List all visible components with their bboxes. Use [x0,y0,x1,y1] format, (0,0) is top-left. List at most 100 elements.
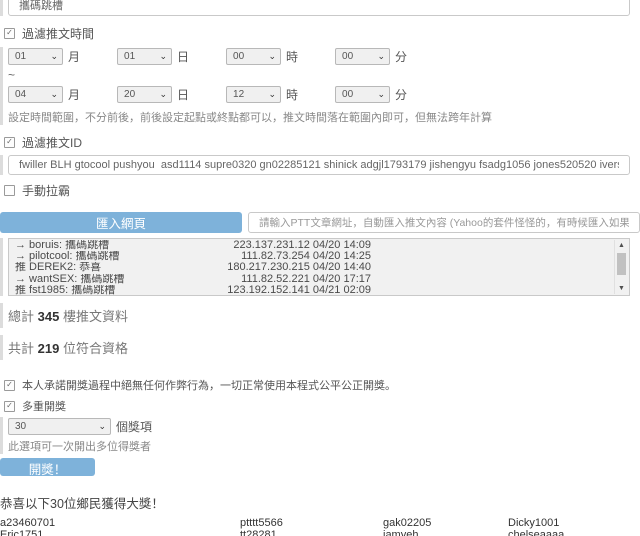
push-author-content: 推 fst1985: 攜碼跳槽 [15,285,213,296]
minute-select-end[interactable]: 00 ⌄ [335,86,390,103]
chevron-down-icon: ⌄ [159,52,167,61]
manual-mode-label: 手動拉霸 [22,182,70,199]
select-value: 00 [233,51,244,62]
range-separator: ~ [8,68,640,82]
day-select-end[interactable]: 20 ⌄ [117,86,172,103]
time-unit-label: 分 [395,48,407,65]
chevron-down-icon: ⌄ [378,90,386,99]
scroll-down-icon[interactable]: ▼ [615,283,628,294]
time-filter-checkbox[interactable]: ✓ [4,28,15,39]
qualified-suffix: 位符合資格 [59,341,128,356]
prize-count-section: 30 ⌄ 個獎項 此選項可一次開出多位得獎者 [0,417,640,454]
total-number: 345 [38,309,60,324]
select-value: 00 [342,51,353,62]
prize-count-note: 此選項可一次開出多位得獎者 [8,438,640,454]
import-webpage-button[interactable]: 匯入網頁 [0,212,242,233]
pledge-checkbox[interactable]: ✓ [4,380,15,391]
time-filter-body: 01 ⌄ 月 01 ⌄ 日 00 ⌄ 時 00 ⌄ 分 ~ 04 ⌄ 月 20 ⌄ 日 12 ⌄ 時 00 ⌄ 分 設定時間… [0,47,640,125]
time-filter-label: 過濾推文時間 [22,25,94,42]
multi-draw-row: ✓ 多重開獎 [4,398,640,414]
push-row: 推 fst1985: 攜碼跳槽123.192.152.141 04/21 02:… [15,285,613,296]
multi-draw-label: 多重開獎 [22,398,66,414]
push-author-content: 推 DEREK2: 恭喜 [15,262,213,273]
draw-button[interactable]: 開獎！ [0,458,95,476]
month-select-start[interactable]: 01 ⌄ [8,48,63,65]
chevron-down-icon: ⌄ [268,52,276,61]
id-filter-section [0,155,640,175]
id-filter-input[interactable] [8,155,630,175]
select-value: 20 [124,89,135,100]
pledge-label: 本人承諾開獎過程中絕無任何作弊行為，一切正常使用本程式公平公正開獎。 [22,377,396,393]
scroll-thumb[interactable] [617,253,626,275]
select-value: 01 [124,51,135,62]
winners-grid: a23460701ptttt5566gak02205Dicky1001 Eric1… [0,518,640,536]
push-row: 推 DEREK2: 恭喜180.217.230.215 04/20 14:40 [15,262,613,273]
qualified-number: 219 [38,341,60,356]
push-author-content: → boruis: 攜碼跳槽 [15,240,213,251]
select-value: 04 [15,89,26,100]
time-end-row: 04 ⌄ 月 20 ⌄ 日 12 ⌄ 時 00 ⌄ 分 [8,85,640,103]
select-value: 00 [342,89,353,100]
winner-id: gak02205 [383,518,508,530]
push-ip-datetime: 123.192.152.141 04/21 02:09 [213,285,371,296]
prize-count-row: 30 ⌄ 個獎項 [8,417,640,435]
prize-count-select[interactable]: 30 ⌄ [8,418,111,435]
minute-select-start[interactable]: 00 ⌄ [335,48,390,65]
time-filter-note: 設定時間範圍，不分前後，前後設定起點或終點都可以，推文時間落在範圍內即可，但無法… [8,109,640,125]
manual-mode-checkbox[interactable] [4,185,15,196]
month-select-end[interactable]: 04 ⌄ [8,86,63,103]
push-ip-datetime: 180.217.230.215 04/20 14:40 [213,262,371,273]
push-list-box[interactable]: → boruis: 攜碼跳槽223.137.231.12 04/20 14:09… [8,238,630,296]
time-unit-label: 月 [68,86,80,103]
time-unit-label: 時 [286,48,298,65]
hour-select-start[interactable]: 00 ⌄ [226,48,281,65]
id-filter-checkbox[interactable]: ✓ [4,137,15,148]
winner-id: Eric1751 [0,530,240,536]
winner-id: a23460701 [0,518,240,530]
article-url-input[interactable] [248,212,640,233]
time-unit-label: 時 [286,86,298,103]
time-filter-toggle-row: ✓ 過濾推文時間 [4,25,640,42]
chevron-down-icon: ⌄ [159,90,167,99]
scrollbar[interactable]: ▲ ▼ [614,240,628,294]
chevron-down-icon: ⌄ [378,52,386,61]
hour-select-end[interactable]: 12 ⌄ [226,86,281,103]
day-select-start[interactable]: 01 ⌄ [117,48,172,65]
id-filter-toggle-row: ✓ 過濾推文ID [4,134,640,151]
time-unit-label: 月 [68,48,80,65]
keyword-filter-input[interactable] [8,0,630,16]
push-list-section: → boruis: 攜碼跳槽223.137.231.12 04/20 14:09… [0,238,640,296]
winner-id: tt28281 [240,530,383,536]
time-start-row: 01 ⌄ 月 01 ⌄ 日 00 ⌄ 時 00 ⌄ 分 [8,47,640,65]
chevron-down-icon: ⌄ [50,90,58,99]
winners-heading: 恭喜以下30位鄉民獲得大獎！ [0,493,640,512]
chevron-down-icon: ⌄ [268,90,276,99]
keyword-filter-section [0,0,640,16]
id-filter-label: 過濾推文ID [22,134,82,151]
total-suffix: 樓推文資料 [59,309,128,324]
push-author-content: → pilotcool: 攜碼跳槽 [15,251,213,262]
prize-count-unit: 個獎項 [116,418,152,435]
select-value: 01 [15,51,26,62]
winner-id: chelseaaaa [508,530,640,536]
scroll-up-icon[interactable]: ▲ [615,240,628,251]
multi-draw-checkbox[interactable]: ✓ [4,401,15,412]
push-rows: → boruis: 攜碼跳槽223.137.231.12 04/20 14:09… [15,240,613,296]
manual-mode-row: 手動拉霸 [4,182,640,199]
winner-id: ptttt5566 [240,518,383,530]
pledge-row: ✓ 本人承諾開獎過程中絕無任何作弊行為，一切正常使用本程式公平公正開獎。 [4,377,640,393]
select-value: 12 [233,89,244,100]
time-unit-label: 日 [177,48,189,65]
qualified-stat: 共計 219 位符合資格 [0,335,640,360]
winner-id: jamyeh [383,530,508,536]
chevron-down-icon: ⌄ [50,52,58,61]
push-author-content: → wantSEX: 攜碼跳槽 [15,274,213,285]
total-prefix: 總計 [8,309,38,324]
ptt-lottery-page: ✓ 過濾推文時間 01 ⌄ 月 01 ⌄ 日 00 ⌄ 時 00 ⌄ 分 ~ 04 ⌄ 月 20 ⌄ 日 12 ⌄ 時… [0,0,640,536]
prize-count-value: 30 [15,421,26,432]
total-pushes-stat: 總計 345 樓推文資料 [0,303,640,328]
chevron-down-icon: ⌄ [98,422,106,431]
winner-id: Dicky1001 [508,518,640,530]
time-unit-label: 日 [177,86,189,103]
time-unit-label: 分 [395,86,407,103]
